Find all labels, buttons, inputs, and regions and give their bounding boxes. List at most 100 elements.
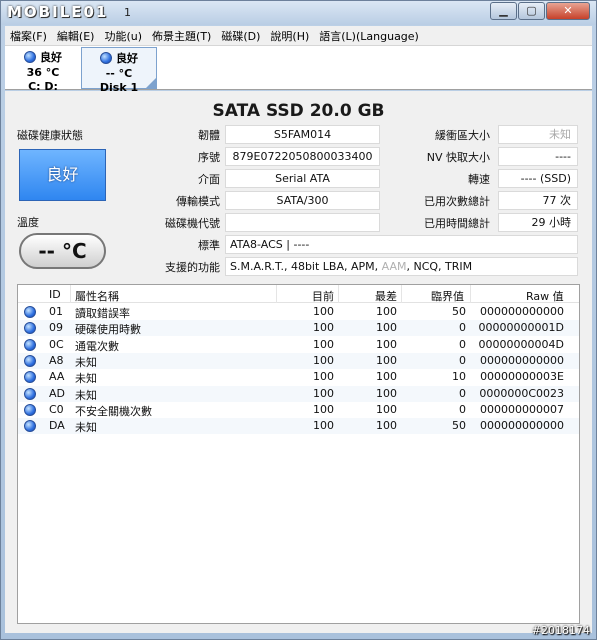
col-id[interactable]: ID <box>49 288 61 301</box>
transfer-mode-label: 傳輸模式 <box>176 195 220 208</box>
cell-raw-value: 00000000001D <box>478 321 564 335</box>
cell-attribute-name: 讀取錯誤率 <box>75 307 130 320</box>
attribute-status-icon <box>24 322 36 335</box>
cell-threshold: 0 <box>459 386 466 400</box>
cell-attribute-name: 未知 <box>75 355 97 369</box>
features-text-a: S.M.A.R.T., 48bit LBA, APM, <box>230 260 382 273</box>
cell-worst: 100 <box>376 370 397 384</box>
health-status-button[interactable]: 良好 <box>19 149 106 201</box>
cell-attribute-name: 未知 <box>75 372 97 386</box>
watermark: #2018174 <box>531 624 590 637</box>
disk-tab-temp: -- °C <box>105 67 133 80</box>
disk-tab-status: 良好 <box>40 51 62 64</box>
cell-current: 100 <box>313 337 334 351</box>
maximize-button[interactable]: ▢ <box>518 2 545 20</box>
disk-tab-2[interactable]: 良好 -- °C Disk 1 <box>81 47 157 94</box>
cell-raw-value: 000000000000 <box>480 305 564 318</box>
cell-attribute-name: 不安全關機次數 <box>75 404 152 418</box>
nv-cache-field: ---- <box>498 147 578 166</box>
close-button[interactable]: ✕ <box>546 2 590 20</box>
power-on-hours-label: 已用時間總計 <box>424 217 490 230</box>
cell-current: 100 <box>313 386 334 400</box>
cell-worst: 100 <box>376 386 397 400</box>
table-row[interactable]: 0C 通電次數 100 100 0 00000000004D <box>18 336 579 353</box>
features-label: 支援的功能 <box>165 261 220 274</box>
cell-raw-value: 000000000007 <box>480 402 564 416</box>
nv-cache-label: NV 快取大小 <box>426 151 490 164</box>
cell-threshold: 0 <box>459 353 466 367</box>
disk-tab-strip: 良好 36 °C C: D: 良好 -- °C Disk 1 <box>5 46 592 94</box>
table-row[interactable]: 09 硬碟使用時數 100 100 0 00000000001D <box>18 320 579 337</box>
cell-attribute-name: 通電次數 <box>75 339 119 353</box>
cell-current: 100 <box>313 321 334 335</box>
firmware-field: S5FAM014 <box>225 125 380 144</box>
cell-current: 100 <box>313 353 334 367</box>
cell-id: 09 <box>49 321 63 335</box>
table-row[interactable]: C0 不安全關機次數 100 100 0 000000000007 <box>18 401 579 418</box>
features-field: S.M.A.R.T., 48bit LBA, APM, AAM, NCQ, TR… <box>225 257 578 276</box>
cell-threshold: 0 <box>459 321 466 335</box>
col-worst[interactable]: 最差 <box>375 288 397 304</box>
cell-id: DA <box>49 419 65 433</box>
cell-attribute-name: 未知 <box>75 388 97 402</box>
menu-edit[interactable]: 編輯(E) <box>52 28 100 44</box>
menu-theme[interactable]: 佈景主題(T) <box>147 28 216 44</box>
cell-worst: 100 <box>376 337 397 351</box>
menu-bar: 檔案(F) 編輯(E) 功能(u) 佈景主題(T) 磁碟(D) 說明(H) 語言… <box>5 26 592 46</box>
col-threshold[interactable]: 臨界值 <box>431 288 464 304</box>
cell-current: 100 <box>313 370 334 384</box>
cell-id: 0C <box>49 337 64 351</box>
drive-letter-label: 磁碟機代號 <box>165 217 220 230</box>
rotation-label: 轉速 <box>468 173 490 186</box>
disk-model-title: SATA SSD 20.0 GB <box>212 101 385 121</box>
temperature-display[interactable]: -- °C <box>19 233 106 269</box>
cell-worst: 100 <box>376 305 397 318</box>
window-title: 1 <box>124 6 131 19</box>
cell-raw-value: 00000000004D <box>478 337 564 351</box>
cell-worst: 100 <box>376 419 397 433</box>
power-on-count-label: 已用次數總計 <box>424 195 490 208</box>
menu-function[interactable]: 功能(u) <box>99 28 147 44</box>
disk-tab-temp: 36 °C <box>26 66 60 79</box>
app-window: MOBILE01 1 ▁ ▢ ✕ 檔案(F) 編輯(E) 功能(u) 佈景主題(… <box>0 0 597 640</box>
power-on-hours-field: 29 小時 <box>498 213 578 232</box>
disk-tab-1[interactable]: 良好 36 °C C: D: <box>7 47 79 93</box>
cell-attribute-name: 未知 <box>75 421 97 435</box>
col-current[interactable]: 目前 <box>312 288 334 304</box>
selected-corner-icon <box>146 78 156 88</box>
title-bar[interactable]: MOBILE01 1 ▁ ▢ ✕ <box>1 1 596 25</box>
table-row[interactable]: DA 未知 100 100 50 000000000000 <box>18 418 579 435</box>
table-row[interactable]: AD 未知 100 100 0 0000000C0023 <box>18 385 579 402</box>
disk-tab-status: 良好 <box>116 52 138 65</box>
cell-raw-value: 000000000000 <box>480 353 564 367</box>
attribute-status-icon <box>24 403 36 416</box>
cell-id: 01 <box>49 305 63 318</box>
cell-threshold: 50 <box>452 305 466 318</box>
temperature-label: 溫度 <box>17 216 39 229</box>
attribute-status-icon <box>24 338 36 351</box>
menu-help[interactable]: 說明(H) <box>265 28 314 44</box>
health-status-icon <box>24 51 36 63</box>
col-attribute-name[interactable]: 屬性名稱 <box>75 288 119 304</box>
drive-letter-field <box>225 213 380 232</box>
standard-field: ATA8-ACS | ---- <box>225 235 578 254</box>
menu-language[interactable]: 語言(L)(Language) <box>314 28 424 44</box>
rotation-field: ---- (SSD) <box>498 169 578 188</box>
attribute-status-icon <box>24 306 36 318</box>
cell-id: C0 <box>49 402 64 416</box>
cell-current: 100 <box>313 402 334 416</box>
menu-disk[interactable]: 磁碟(D) <box>216 28 265 44</box>
cell-raw-value: 0000000C0023 <box>479 386 564 400</box>
interface-field: Serial ATA <box>225 169 380 188</box>
cell-threshold: 10 <box>452 370 466 384</box>
table-row[interactable]: 01 讀取錯誤率 100 100 50 000000000000 <box>18 304 579 320</box>
smart-attribute-table[interactable]: ID 屬性名稱 目前 最差 臨界值 Raw 值 01 讀取錯誤率 100 100 50 0… <box>17 284 580 624</box>
table-row[interactable]: A8 未知 100 100 0 000000000000 <box>18 352 579 369</box>
attribute-status-icon <box>24 387 36 400</box>
col-raw-value[interactable]: Raw 值 <box>526 288 564 304</box>
minimize-button[interactable]: ▁ <box>490 2 517 20</box>
table-row[interactable]: AA 未知 100 100 10 00000000003E <box>18 369 579 386</box>
menu-file[interactable]: 檔案(F) <box>5 28 52 44</box>
cell-current: 100 <box>313 419 334 433</box>
transfer-mode-field: SATA/300 <box>225 191 380 210</box>
